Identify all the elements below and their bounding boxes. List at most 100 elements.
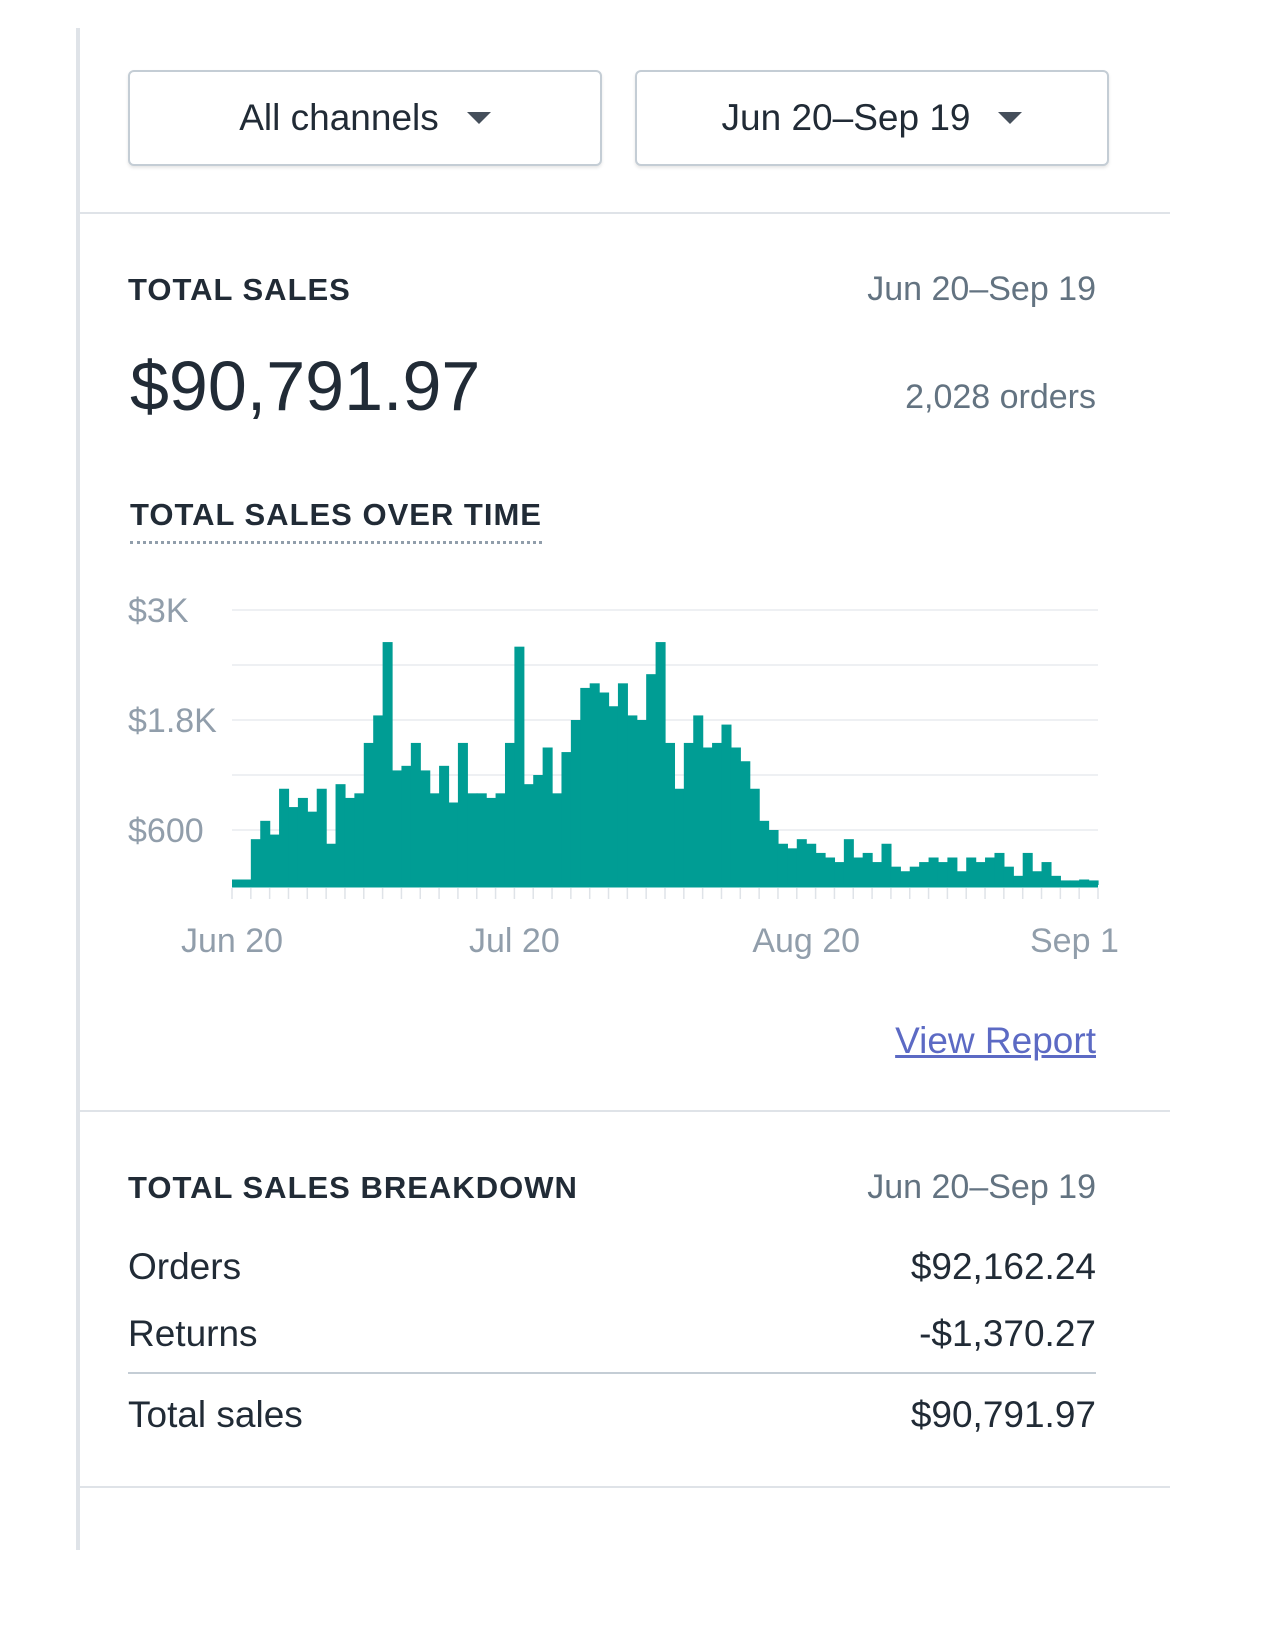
chart-bar[interactable]	[514, 646, 525, 885]
chart-bar[interactable]	[909, 866, 920, 885]
chart-bar[interactable]	[636, 720, 647, 885]
chart-bar[interactable]	[730, 747, 741, 886]
chart-bar[interactable]	[495, 793, 506, 885]
chart-bar[interactable]	[862, 852, 873, 885]
chart-bar[interactable]	[796, 839, 807, 885]
chart-bar[interactable]	[1003, 866, 1014, 885]
chart-bar[interactable]	[881, 843, 892, 885]
chart-bar[interactable]	[1079, 879, 1090, 886]
chart-bar[interactable]	[768, 830, 779, 885]
chart-bar[interactable]	[777, 843, 788, 885]
chart-bar[interactable]	[542, 747, 553, 886]
chart-bar[interactable]	[759, 820, 770, 885]
chart-bar[interactable]	[872, 862, 883, 885]
chart-bar[interactable]	[919, 862, 930, 885]
chart-bar[interactable]	[1032, 871, 1043, 885]
chart-x-tick-label: Sep 1	[1030, 922, 1119, 960]
chart-bar[interactable]	[825, 857, 836, 886]
chart-bar[interactable]	[1013, 875, 1024, 885]
chart-bar[interactable]	[373, 715, 384, 885]
chart-bar[interactable]	[448, 802, 459, 886]
chart-bar[interactable]	[420, 770, 431, 885]
chart-bar[interactable]	[316, 788, 327, 885]
chart-bar[interactable]	[382, 642, 393, 885]
chart-bar[interactable]	[570, 720, 581, 885]
chart-bar[interactable]	[994, 852, 1005, 885]
chart-bar[interactable]	[975, 862, 986, 885]
chart-bar[interactable]	[561, 752, 572, 885]
chart-bar[interactable]	[749, 788, 760, 885]
chart-bar[interactable]	[250, 839, 261, 885]
chart-bar[interactable]	[617, 683, 628, 885]
chart-bar[interactable]	[843, 839, 854, 885]
breakdown-row-value: $90,791.97	[910, 1394, 1096, 1435]
chart-bar[interactable]	[806, 843, 817, 885]
chart-bar[interactable]	[853, 857, 864, 886]
chart-bar[interactable]	[721, 724, 732, 885]
chart-bar[interactable]	[297, 797, 308, 885]
chart-bar[interactable]	[429, 793, 440, 885]
chart-bar[interactable]	[646, 674, 657, 885]
chart-bar[interactable]	[1088, 880, 1099, 885]
chart-bar[interactable]	[683, 742, 694, 885]
chart-bar[interactable]	[956, 871, 967, 885]
chart-bar[interactable]	[937, 862, 948, 885]
chart-bar[interactable]	[599, 692, 610, 886]
chart-bar[interactable]	[232, 879, 243, 886]
chart-bar[interactable]	[1069, 880, 1080, 885]
chart-bar[interactable]	[241, 879, 252, 886]
chart-bar[interactable]	[392, 770, 403, 885]
chart-bar[interactable]	[712, 742, 723, 885]
chart-bar[interactable]	[533, 775, 544, 885]
chart-bar[interactable]	[627, 715, 638, 885]
chart-bar[interactable]	[504, 742, 515, 885]
breakdown-row-label: Returns	[128, 1313, 258, 1354]
chart-bar[interactable]	[702, 747, 713, 886]
chart-bar[interactable]	[552, 793, 563, 885]
chart-bar[interactable]	[523, 784, 534, 885]
chart-bar[interactable]	[486, 797, 497, 885]
chart-bar[interactable]	[1050, 875, 1061, 885]
chart-bar[interactable]	[890, 866, 901, 885]
chart-bar[interactable]	[269, 834, 280, 885]
chart-bar[interactable]	[674, 788, 685, 885]
chart-bar[interactable]	[439, 765, 450, 885]
chart-bar[interactable]	[335, 784, 346, 885]
chart-bar[interactable]	[457, 742, 468, 885]
chart-bar[interactable]	[693, 715, 704, 885]
chart-bar[interactable]	[985, 857, 996, 886]
chart-bar[interactable]	[410, 742, 421, 885]
chart-bar[interactable]	[655, 642, 666, 885]
chart-bar[interactable]	[326, 843, 337, 885]
chart-bar[interactable]	[665, 742, 676, 885]
chart-bar[interactable]	[608, 706, 619, 885]
chart-bar[interactable]	[580, 687, 591, 885]
chart-bar[interactable]	[1022, 852, 1033, 885]
chart-bar[interactable]	[354, 793, 365, 885]
chart-bar[interactable]	[467, 793, 478, 885]
chart-bar[interactable]	[1060, 880, 1071, 885]
breakdown-date-range: Jun 20–Sep 19	[867, 1168, 1096, 1206]
chart-bar[interactable]	[279, 788, 290, 885]
chart-bar[interactable]	[947, 857, 958, 886]
chart-bar[interactable]	[900, 871, 911, 885]
chart-bar[interactable]	[260, 820, 271, 885]
chart-bar[interactable]	[288, 807, 299, 885]
breakdown-row-label: Orders	[128, 1246, 242, 1287]
view-report-link[interactable]: View Report	[895, 1020, 1096, 1062]
chart-bar[interactable]	[344, 797, 355, 885]
chart-bar[interactable]	[928, 857, 939, 886]
chart-bar[interactable]	[787, 848, 798, 885]
chart-bar[interactable]	[307, 811, 318, 885]
chart-bar[interactable]	[476, 793, 487, 885]
chart-bar[interactable]	[815, 852, 826, 885]
sales-over-time-chart: $3K $1.8K $600 Jun 20 Jul 20 Aug 20 Sep 1	[128, 592, 1119, 960]
chart-bar[interactable]	[589, 683, 600, 885]
chart-bar[interactable]	[740, 761, 751, 885]
chart-bar[interactable]	[401, 765, 412, 885]
breakdown-row-value: -$1,370.27	[919, 1313, 1096, 1354]
chart-bar[interactable]	[966, 857, 977, 886]
chart-bar[interactable]	[1041, 862, 1052, 885]
chart-bar[interactable]	[834, 862, 845, 885]
chart-bar[interactable]	[363, 742, 374, 885]
